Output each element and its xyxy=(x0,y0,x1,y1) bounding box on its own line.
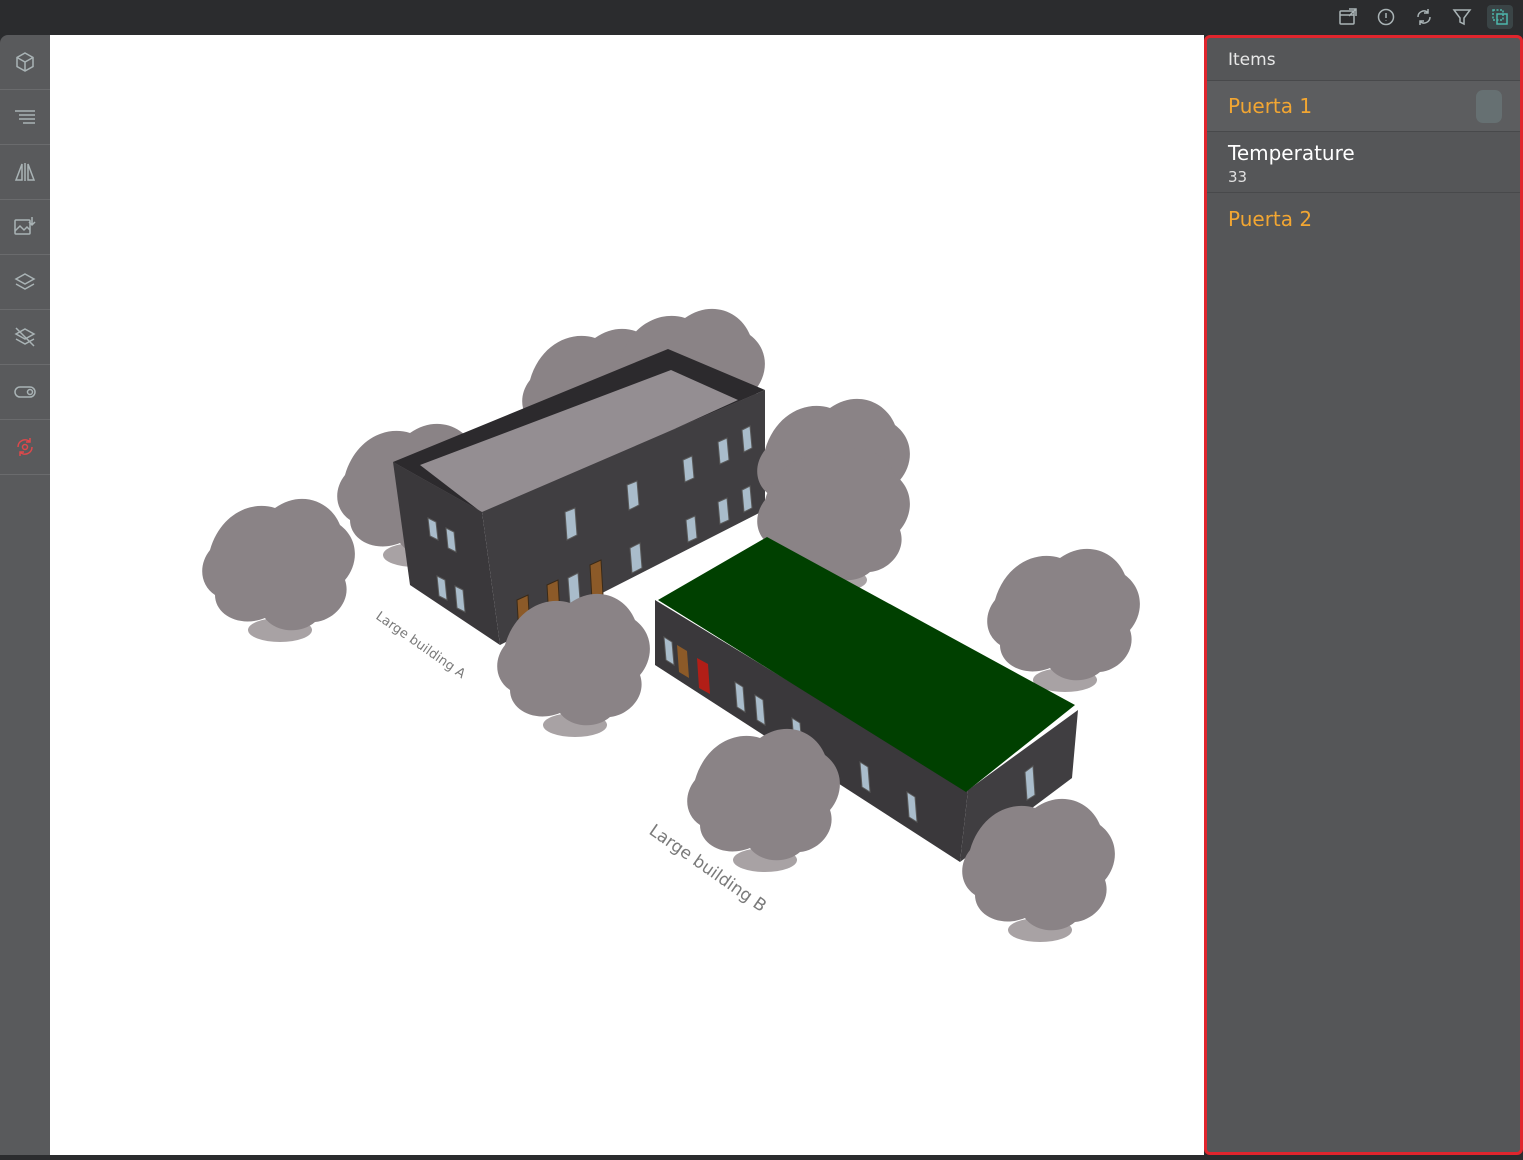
bottom-strip xyxy=(0,1155,1523,1160)
info-button[interactable] xyxy=(1373,5,1399,29)
toolbar-icons xyxy=(1335,5,1513,29)
layers-icon xyxy=(14,273,36,290)
hide-layers-icon xyxy=(14,327,36,347)
item-label: Puerta 2 xyxy=(1228,206,1313,231)
list-icon xyxy=(15,110,35,124)
filter-button[interactable] xyxy=(1449,5,1475,29)
selection-icon xyxy=(1492,9,1508,25)
scene-canvas: Large building A Large building B xyxy=(202,308,1140,942)
items-panel: Items Puerta 1 Temperature 33 Puerta 2 xyxy=(1204,35,1523,1155)
sidebar-item-screenshot[interactable] xyxy=(0,200,50,255)
tree xyxy=(687,728,840,872)
reset-view-icon xyxy=(17,438,33,456)
item-label: Puerta 1 xyxy=(1228,94,1313,118)
property-row-temperature: Temperature 33 xyxy=(1207,132,1520,193)
sidebar-item-toggle[interactable] xyxy=(0,365,50,420)
open-external-icon xyxy=(1339,8,1357,25)
item-toggle[interactable] xyxy=(1476,90,1502,123)
selection-button[interactable] xyxy=(1487,5,1513,29)
sidebar-item-layers[interactable] xyxy=(0,255,50,310)
info-icon xyxy=(1377,8,1395,26)
sidebar-item-hide-layers[interactable] xyxy=(0,310,50,365)
list-item-puerta-2[interactable]: Puerta 2 xyxy=(1207,193,1520,244)
refresh-icon xyxy=(1417,9,1431,25)
sidebar-item-tree[interactable] xyxy=(0,90,50,145)
refresh-button[interactable] xyxy=(1411,5,1437,29)
label-large-building-a: Large building A xyxy=(373,609,468,682)
sidebar-item-perspective[interactable] xyxy=(0,145,50,200)
property-value: 33 xyxy=(1228,168,1248,186)
sidebar-item-reset-view[interactable] xyxy=(0,420,50,475)
sidebar-item-3d-view[interactable] xyxy=(0,35,50,90)
left-sidebar xyxy=(0,35,50,1155)
perspective-icon xyxy=(14,163,36,181)
property-name: Temperature xyxy=(1228,141,1355,165)
open-external-button[interactable] xyxy=(1335,5,1361,29)
3d-viewport[interactable]: Large building A Large building B xyxy=(50,35,1204,1155)
toggle-icon xyxy=(14,386,36,398)
cube-icon xyxy=(16,52,34,72)
tree xyxy=(202,498,355,642)
panel-title: Items xyxy=(1207,38,1520,81)
list-item-puerta-1[interactable]: Puerta 1 xyxy=(1207,81,1520,132)
image-download-icon xyxy=(14,217,36,235)
filter-icon xyxy=(1452,9,1472,26)
top-toolbar xyxy=(0,0,1523,35)
